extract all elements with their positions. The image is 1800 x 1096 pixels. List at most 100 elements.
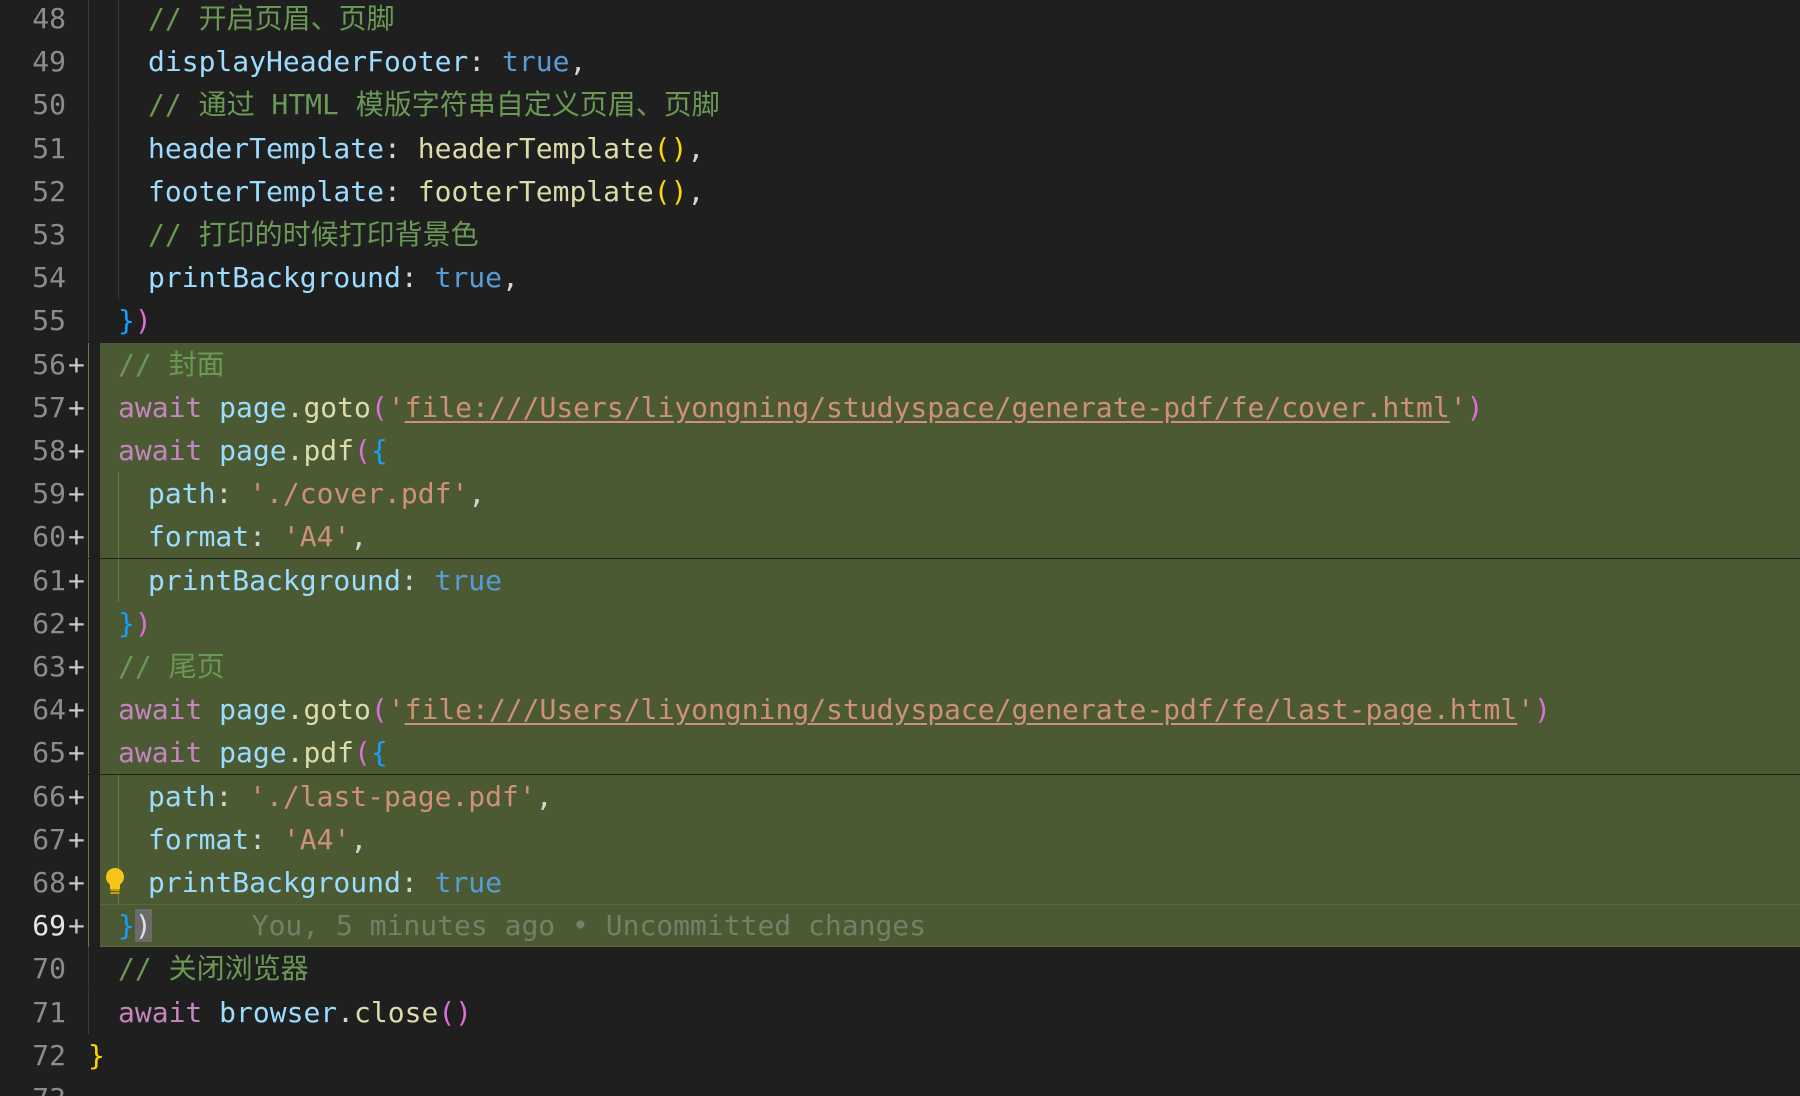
diff-added-marker: + [68,693,85,727]
code-line[interactable]: 64 + await page.goto('file:///Users/liyong… [0,688,1800,732]
code-line[interactable]: 50 // 通过 HTML 模版字符串自定义页眉、页脚 [0,83,1800,127]
line-gutter[interactable]: 72 [0,1033,100,1077]
line-gutter[interactable]: 63 + [0,645,100,688]
line-gutter[interactable]: 62 + [0,601,100,645]
code-line[interactable]: 51 headerTemplate: headerTemplate(), [0,126,1800,170]
line-gutter[interactable]: 52 [0,169,100,213]
code-text[interactable]: format: 'A4', [148,515,367,558]
code-text[interactable]: await page.pdf({ [118,731,388,774]
code-text[interactable]: // 关闭浏览器 [118,947,309,990]
code-token: () [438,995,473,1029]
code-editor[interactable]: 48 // 开启页眉、页脚 49 displayHeaderFooter: true,… [0,0,1800,1096]
code-token: path [148,779,216,813]
code-line[interactable]: 67 + format: 'A4', [0,817,1800,861]
code-token: ( [354,736,371,770]
code-line[interactable]: 65 + await page.pdf({ [0,731,1800,775]
line-gutter[interactable]: 71 [0,990,100,1034]
code-line[interactable]: 55}) [0,299,1800,343]
line-gutter[interactable]: 73 [0,1077,100,1096]
code-line[interactable]: 71 await browser.close() [0,990,1800,1034]
code-line[interactable]: 72} [0,1033,1800,1077]
line-gutter[interactable]: 50 [0,83,100,127]
code-line[interactable]: 61 + printBackground: true [0,558,1800,602]
line-gutter[interactable]: 61 + [0,558,100,602]
code-text[interactable]: } [88,1034,105,1077]
line-number: 56 [32,347,66,381]
code-text[interactable]: await page.goto('file:///Users/liyongnin… [118,386,1484,429]
diff-added-marker: + [68,606,85,640]
line-gutter[interactable]: 66 + [0,774,100,818]
indent-guide [88,213,89,256]
code-text[interactable]: await page.pdf({ [118,429,388,472]
code-token: ) [134,304,152,338]
indent-guide [88,990,89,1034]
indent-guide [88,515,89,559]
line-gutter[interactable]: 60 + [0,515,100,559]
code-text[interactable]: // 封面 [118,343,225,386]
code-line[interactable]: 48 // 开启页眉、页脚 [0,0,1800,40]
line-gutter[interactable]: 59 + [0,472,100,516]
line-gutter[interactable]: 69 + [0,904,100,948]
code-line[interactable]: 69 + }) You, 5 minutes ago • Uncommitted ch… [0,904,1800,948]
code-text[interactable]: path: './cover.pdf', [148,472,485,515]
code-line[interactable]: 49 displayHeaderFooter: true, [0,40,1800,84]
line-gutter[interactable]: 68 + [0,861,100,904]
line-gutter[interactable]: 48 [0,0,100,40]
code-text[interactable]: // 开启页眉、页脚 [148,0,395,40]
line-gutter[interactable]: 51 [0,126,100,170]
line-gutter[interactable]: 56 + [0,342,100,386]
line-gutter[interactable]: 49 [0,40,100,84]
code-text[interactable]: footerTemplate: footerTemplate(), [148,170,704,213]
code-line[interactable]: 54 printBackground: true, [0,256,1800,300]
code-line[interactable]: 73 [0,1077,1800,1096]
code-line[interactable]: 53 // 打印的时候打印背景色 [0,213,1800,256]
code-token: : [215,779,250,813]
code-line[interactable]: 63 + // 尾页 [0,645,1800,688]
code-line[interactable]: 56 + // 封面 [0,342,1800,386]
code-text[interactable]: printBackground: true [148,559,502,602]
code-text[interactable]: format: 'A4', [148,818,367,861]
code-line[interactable]: 66 + path: './last-page.pdf', [0,774,1800,818]
lightbulb-icon[interactable] [104,867,126,897]
line-gutter[interactable]: 54 [0,256,100,300]
code-text[interactable]: printBackground: true, [148,256,519,299]
code-text[interactable]: // 尾页 [118,645,225,688]
code-text[interactable]: // 打印的时候打印背景色 [148,213,479,256]
code-line[interactable]: 62 +}) [0,601,1800,645]
line-number: 71 [32,995,66,1029]
code-text[interactable]: headerTemplate: headerTemplate(), [148,127,704,170]
code-line[interactable]: 57 + await page.goto('file:///Users/liyong… [0,385,1800,429]
line-gutter[interactable]: 58 + [0,429,100,472]
code-token: ( [370,693,388,727]
line-gutter[interactable]: 64 + [0,688,100,732]
code-token: format [148,822,250,856]
code-line[interactable]: 52 footerTemplate: footerTemplate(), [0,169,1800,213]
code-text[interactable]: displayHeaderFooter: true, [148,40,586,83]
line-gutter[interactable]: 65 + [0,731,100,775]
code-text[interactable]: path: './last-page.pdf', [148,775,553,818]
code-token: } [88,1038,105,1072]
indent-guide [88,472,89,516]
code-text[interactable]: }) [118,602,152,645]
line-gutter[interactable]: 70 [0,947,100,991]
line-gutter[interactable]: 57 + [0,385,100,429]
code-line[interactable]: 60 + format: 'A4', [0,515,1800,559]
line-gutter[interactable]: 67 + [0,817,100,861]
code-line[interactable]: 70 // 关闭浏览器 [0,947,1800,991]
code-text[interactable]: // 通过 HTML 模版字符串自定义页眉、页脚 [148,83,720,126]
indent-guide [118,817,119,861]
code-line[interactable]: 68 + printBackground: true [0,861,1800,904]
code-text[interactable]: }) [118,299,152,342]
code-line[interactable]: 59 + path: './cover.pdf', [0,472,1800,516]
code-line[interactable]: 58 + await page.pdf({ [0,429,1800,472]
code-text[interactable]: }) You, 5 minutes ago • Uncommitted chang… [118,904,926,947]
code-token: ' [387,390,405,424]
line-gutter[interactable]: 55 [0,299,100,343]
code-token: './cover.pdf' [249,477,469,511]
line-number: 68 [32,866,66,899]
indent-guide [118,472,119,516]
code-text[interactable]: await browser.close() [118,991,472,1034]
code-text[interactable]: await page.goto('file:///Users/liyongnin… [118,688,1551,731]
line-gutter[interactable]: 53 [0,213,100,256]
code-text[interactable]: printBackground: true [148,861,502,904]
